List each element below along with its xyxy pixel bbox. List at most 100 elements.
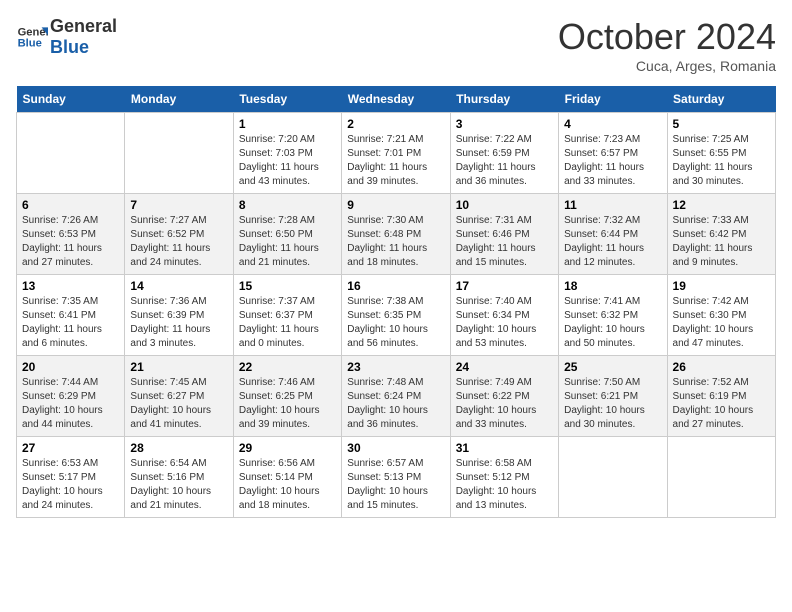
day-info: Sunrise: 7:20 AMSunset: 7:03 PMDaylight:… [239,133,336,189]
calendar-cell: 14 Sunrise: 7:36 AMSunset: 6:39 PMDayligh… [125,275,233,356]
month-title: October 2024 [558,16,776,58]
calendar-cell: 30Sunrise: 6:57 AMSunset: 5:13 PMDayligh… [342,437,450,518]
day-number: 14 [130,279,227,293]
day-info: Sunrise: 7:27 AMSunset: 6:52 PMDaylight:… [130,214,227,270]
calendar-cell: 29 Sunrise: 6:56 AMSunset: 5:14 PMDayligh… [233,437,341,518]
day-header-tuesday: Tuesday [233,86,341,113]
day-header-row: SundayMondayTuesdayWednesdayThursdayFrid… [17,86,776,113]
logo-text: General Blue [50,16,117,57]
day-number: 7 [130,198,227,212]
calendar-cell: 19Sunrise: 7:42 AMSunset: 6:30 PMDayligh… [667,275,775,356]
day-number: 6 [22,198,119,212]
calendar-table: SundayMondayTuesdayWednesdayThursdayFrid… [16,86,776,518]
day-number: 2 [347,117,444,131]
day-number: 20 [22,360,119,374]
day-number: 1 [239,117,336,131]
day-number: 17 [456,279,553,293]
logo: General Blue General Blue [16,16,117,57]
day-number: 13 [22,279,119,293]
day-number: 24 [456,360,553,374]
calendar-cell [559,437,667,518]
day-info: Sunrise: 7:36 AMSunset: 6:39 PMDaylight:… [130,295,227,351]
day-header-wednesday: Wednesday [342,86,450,113]
day-info: Sunrise: 7:32 AMSunset: 6:44 PMDaylight:… [564,214,661,270]
day-info: Sunrise: 6:57 AMSunset: 5:13 PMDaylight:… [347,457,444,513]
calendar-cell: 18 Sunrise: 7:41 AMSunset: 6:32 PMDayligh… [559,275,667,356]
day-info: Sunrise: 7:35 AMSunset: 6:41 PMDaylight:… [22,295,119,351]
calendar-cell: 13 Sunrise: 7:35 AMSunset: 6:41 PMDayligh… [17,275,125,356]
day-info: Sunrise: 7:41 AMSunset: 6:32 PMDaylight:… [564,295,661,351]
calendar-cell: 7 Sunrise: 7:27 AMSunset: 6:52 PMDaylight… [125,194,233,275]
calendar-cell: 22 Sunrise: 7:46 AMSunset: 6:25 PMDayligh… [233,356,341,437]
day-number: 12 [673,198,770,212]
svg-text:Blue: Blue [18,37,42,49]
title-area: October 2024 Cuca, Arges, Romania [558,16,776,74]
day-number: 26 [673,360,770,374]
calendar-week-2: 6 Sunrise: 7:26 AMSunset: 6:53 PMDaylight… [17,194,776,275]
day-info: Sunrise: 7:46 AMSunset: 6:25 PMDaylight:… [239,376,336,432]
day-number: 10 [456,198,553,212]
day-number: 25 [564,360,661,374]
page-header: General Blue General Blue October 2024 C… [16,16,776,74]
calendar-week-5: 27Sunrise: 6:53 AMSunset: 5:17 PMDayligh… [17,437,776,518]
day-info: Sunrise: 7:21 AMSunset: 7:01 PMDaylight:… [347,133,444,189]
day-info: Sunrise: 6:58 AMSunset: 5:12 PMDaylight:… [456,457,553,513]
day-number: 4 [564,117,661,131]
calendar-cell: 12 Sunrise: 7:33 AMSunset: 6:42 PMDayligh… [667,194,775,275]
day-number: 18 [564,279,661,293]
day-header-sunday: Sunday [17,86,125,113]
calendar-cell: 5 Sunrise: 7:25 AMSunset: 6:55 PMDaylight… [667,113,775,194]
logo-icon: General Blue [16,21,48,53]
calendar-cell [667,437,775,518]
calendar-cell: 9 Sunrise: 7:30 AMSunset: 6:48 PMDaylight… [342,194,450,275]
calendar-cell: 8 Sunrise: 7:28 AMSunset: 6:50 PMDaylight… [233,194,341,275]
calendar-cell: 1 Sunrise: 7:20 AMSunset: 7:03 PMDaylight… [233,113,341,194]
day-number: 22 [239,360,336,374]
day-info: Sunrise: 7:38 AMSunset: 6:35 PMDaylight:… [347,295,444,351]
day-info: Sunrise: 7:30 AMSunset: 6:48 PMDaylight:… [347,214,444,270]
location-subtitle: Cuca, Arges, Romania [558,58,776,74]
day-header-friday: Friday [559,86,667,113]
day-info: Sunrise: 7:45 AMSunset: 6:27 PMDaylight:… [130,376,227,432]
day-number: 5 [673,117,770,131]
day-info: Sunrise: 7:23 AMSunset: 6:57 PMDaylight:… [564,133,661,189]
day-info: Sunrise: 7:42 AMSunset: 6:30 PMDaylight:… [673,295,770,351]
day-info: Sunrise: 7:49 AMSunset: 6:22 PMDaylight:… [456,376,553,432]
calendar-cell: 6 Sunrise: 7:26 AMSunset: 6:53 PMDaylight… [17,194,125,275]
day-info: Sunrise: 6:56 AMSunset: 5:14 PMDaylight:… [239,457,336,513]
calendar-cell: 27Sunrise: 6:53 AMSunset: 5:17 PMDayligh… [17,437,125,518]
day-number: 3 [456,117,553,131]
day-info: Sunrise: 7:28 AMSunset: 6:50 PMDaylight:… [239,214,336,270]
day-info: Sunrise: 7:22 AMSunset: 6:59 PMDaylight:… [456,133,553,189]
calendar-cell [17,113,125,194]
calendar-cell: 24 Sunrise: 7:49 AMSunset: 6:22 PMDayligh… [450,356,558,437]
day-info: Sunrise: 7:52 AMSunset: 6:19 PMDaylight:… [673,376,770,432]
day-number: 29 [239,441,336,455]
day-number: 23 [347,360,444,374]
calendar-cell: 17Sunrise: 7:40 AMSunset: 6:34 PMDayligh… [450,275,558,356]
day-number: 9 [347,198,444,212]
day-info: Sunrise: 7:33 AMSunset: 6:42 PMDaylight:… [673,214,770,270]
day-number: 8 [239,198,336,212]
day-info: Sunrise: 7:25 AMSunset: 6:55 PMDaylight:… [673,133,770,189]
calendar-cell: 20 Sunrise: 7:44 AMSunset: 6:29 PMDayligh… [17,356,125,437]
day-header-monday: Monday [125,86,233,113]
calendar-cell: 4 Sunrise: 7:23 AMSunset: 6:57 PMDaylight… [559,113,667,194]
day-number: 15 [239,279,336,293]
calendar-cell: 10 Sunrise: 7:31 AMSunset: 6:46 PMDayligh… [450,194,558,275]
day-info: Sunrise: 7:31 AMSunset: 6:46 PMDaylight:… [456,214,553,270]
calendar-cell: 25Sunrise: 7:50 AMSunset: 6:21 PMDayligh… [559,356,667,437]
calendar-cell: 2 Sunrise: 7:21 AMSunset: 7:01 PMDaylight… [342,113,450,194]
day-info: Sunrise: 7:44 AMSunset: 6:29 PMDaylight:… [22,376,119,432]
calendar-cell: 21 Sunrise: 7:45 AMSunset: 6:27 PMDayligh… [125,356,233,437]
day-info: Sunrise: 7:48 AMSunset: 6:24 PMDaylight:… [347,376,444,432]
day-info: Sunrise: 6:53 AMSunset: 5:17 PMDaylight:… [22,457,119,513]
day-number: 16 [347,279,444,293]
day-number: 21 [130,360,227,374]
calendar-cell: 15Sunrise: 7:37 AMSunset: 6:37 PMDayligh… [233,275,341,356]
calendar-cell [125,113,233,194]
day-header-saturday: Saturday [667,86,775,113]
day-info: Sunrise: 7:26 AMSunset: 6:53 PMDaylight:… [22,214,119,270]
calendar-cell: 16 Sunrise: 7:38 AMSunset: 6:35 PMDayligh… [342,275,450,356]
day-header-thursday: Thursday [450,86,558,113]
